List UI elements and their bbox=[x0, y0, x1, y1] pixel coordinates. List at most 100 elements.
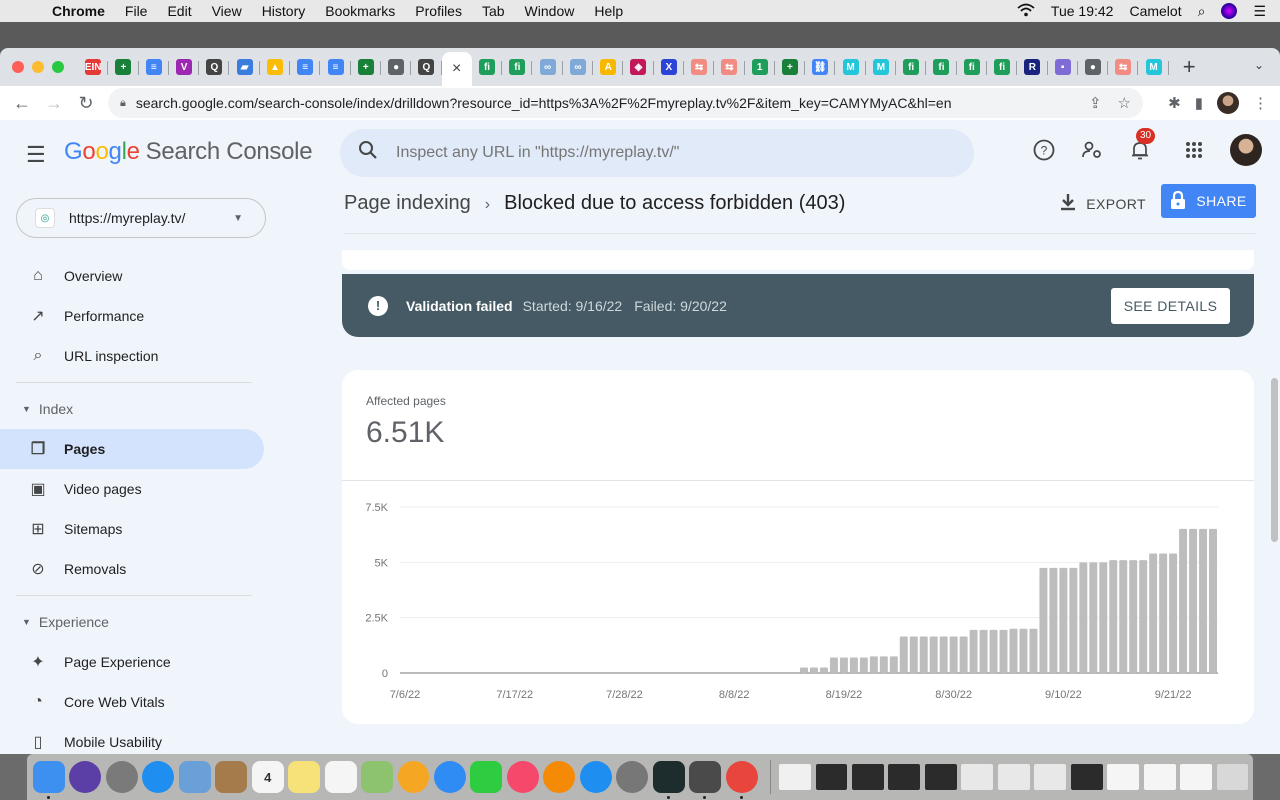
user-name[interactable]: Camelot bbox=[1129, 3, 1181, 19]
main-menu-icon[interactable]: ☰ bbox=[26, 142, 46, 168]
property-selector[interactable]: ◎ https://myreplay.tv/ ▼ bbox=[16, 198, 266, 238]
activity-monitor-icon[interactable] bbox=[652, 761, 685, 799]
notes-icon[interactable] bbox=[288, 761, 321, 793]
browser-tab[interactable]: M bbox=[835, 52, 866, 82]
window-thumb-icon[interactable] bbox=[888, 764, 921, 790]
messages-icon[interactable] bbox=[433, 761, 466, 793]
url-text[interactable]: search.google.com/search-console/index/d… bbox=[136, 95, 952, 111]
export-button[interactable]: EXPORT bbox=[1060, 193, 1146, 214]
siri-icon[interactable] bbox=[69, 761, 102, 793]
menu-history[interactable]: History bbox=[262, 3, 306, 19]
control-center-icon[interactable]: ☰ bbox=[1253, 3, 1266, 20]
browser-tab[interactable]: A bbox=[593, 52, 624, 82]
lock-icon[interactable]: 🔒︎ bbox=[120, 97, 126, 110]
browser-tab[interactable]: R bbox=[1017, 52, 1048, 82]
system-preferences-icon[interactable] bbox=[616, 761, 649, 793]
menu-app-name[interactable]: Chrome bbox=[52, 3, 105, 19]
zoom-window-button[interactable] bbox=[52, 61, 64, 73]
window-thumb-icon[interactable] bbox=[1034, 764, 1067, 790]
forward-button[interactable]: → bbox=[38, 93, 70, 114]
browser-tab[interactable]: + bbox=[775, 52, 806, 82]
browser-tab[interactable]: M bbox=[1138, 52, 1169, 82]
see-details-button[interactable]: SEE DETAILS bbox=[1111, 288, 1230, 324]
browser-tab[interactable]: ∞ bbox=[532, 52, 563, 82]
sidebar-item-mobile-usability[interactable]: ▯ Mobile Usability bbox=[0, 722, 264, 754]
window-thumb-icon[interactable] bbox=[851, 764, 884, 790]
close-icon[interactable]: × bbox=[449, 60, 465, 77]
search-console-logo[interactable]: Google Search Console bbox=[64, 138, 313, 166]
siri-icon[interactable] bbox=[1221, 3, 1238, 19]
browser-tab[interactable]: M bbox=[866, 52, 897, 82]
launchpad-icon[interactable] bbox=[105, 761, 138, 793]
browser-tab[interactable]: ▪ bbox=[1048, 52, 1078, 82]
app-store-icon[interactable] bbox=[579, 761, 612, 793]
document-icon[interactable] bbox=[779, 764, 812, 790]
notifications-bell-icon[interactable]: 30 bbox=[1128, 128, 1156, 162]
extensions-icon[interactable]: ✱ bbox=[1168, 94, 1181, 112]
calendar-icon[interactable]: 4 bbox=[251, 761, 284, 793]
sidebar-item-performance[interactable]: ↗ Performance bbox=[0, 296, 264, 336]
photos-icon[interactable] bbox=[397, 761, 430, 793]
menu-edit[interactable]: Edit bbox=[167, 3, 191, 19]
sidebar-item-removals[interactable]: ⊘ Removals bbox=[0, 549, 264, 589]
page-scrollbar[interactable] bbox=[1271, 378, 1278, 542]
browser-tab[interactable]: + bbox=[108, 52, 139, 82]
tab-active[interactable]: × bbox=[441, 52, 472, 86]
browser-tab[interactable]: ▰ bbox=[229, 52, 260, 82]
browser-tab[interactable]: ⇆ bbox=[714, 52, 745, 82]
browser-tab[interactable]: fi bbox=[896, 52, 927, 82]
close-window-button[interactable] bbox=[12, 61, 24, 73]
reminders-icon[interactable] bbox=[324, 761, 357, 793]
chrome-icon[interactable] bbox=[725, 761, 758, 799]
sidebar-item-overview[interactable]: ⌂ Overview bbox=[0, 256, 264, 296]
sidebar-section-index[interactable]: ▼ Index bbox=[0, 389, 280, 429]
browser-tab[interactable]: + bbox=[351, 52, 381, 82]
bookmark-star-icon[interactable]: ☆ bbox=[1118, 94, 1131, 112]
sidebar-section-experience[interactable]: ▼ Experience bbox=[0, 602, 280, 642]
menu-help[interactable]: Help bbox=[594, 3, 623, 19]
music-icon[interactable] bbox=[506, 761, 539, 793]
sidebar-item-url-inspection[interactable]: ⌕ URL inspection bbox=[0, 336, 264, 376]
trash-icon[interactable] bbox=[1216, 764, 1249, 790]
help-icon[interactable]: ? bbox=[1032, 138, 1056, 162]
browser-tab[interactable]: 1 bbox=[745, 52, 775, 82]
sidebar-item-sitemaps[interactable]: ⊞ Sitemaps bbox=[0, 509, 264, 549]
sidebar-item-video-pages[interactable]: ▣ Video pages bbox=[0, 469, 264, 509]
window-thumb-icon[interactable] bbox=[1107, 764, 1140, 790]
browser-tab[interactable]: fi bbox=[926, 52, 957, 82]
safari-icon[interactable] bbox=[142, 761, 175, 793]
browser-tab[interactable]: ● bbox=[381, 52, 412, 82]
clock[interactable]: Tue 19:42 bbox=[1051, 3, 1114, 19]
browser-tab[interactable]: X bbox=[654, 52, 684, 82]
browser-tab[interactable]: ∞ bbox=[563, 52, 594, 82]
browser-tab[interactable]: Q bbox=[411, 52, 442, 82]
browser-tab[interactable]: ▲ bbox=[260, 52, 291, 82]
browser-tab[interactable]: ≡ bbox=[290, 52, 321, 82]
browser-tab[interactable]: fi bbox=[957, 52, 987, 82]
manage-users-icon[interactable] bbox=[1080, 138, 1104, 162]
browser-tab[interactable]: fi bbox=[472, 52, 503, 82]
mail-icon[interactable] bbox=[178, 761, 211, 793]
chrome-menu-icon[interactable]: ⋮ bbox=[1253, 94, 1268, 112]
browser-tab[interactable]: fi bbox=[987, 52, 1018, 82]
contacts-icon[interactable] bbox=[215, 761, 248, 793]
menu-profiles[interactable]: Profiles bbox=[415, 3, 462, 19]
sidebar-item-pages[interactable]: ❐ Pages bbox=[0, 429, 264, 469]
facetime-icon[interactable] bbox=[470, 761, 503, 793]
browser-tab[interactable]: ◈ bbox=[623, 52, 654, 82]
address-bar[interactable]: 🔒︎ search.google.com/search-console/inde… bbox=[108, 88, 1143, 118]
breadcrumb-parent-link[interactable]: Page indexing bbox=[344, 192, 471, 214]
apps-grid-icon[interactable] bbox=[1182, 138, 1206, 162]
back-button[interactable]: ← bbox=[6, 93, 38, 114]
browser-tab[interactable]: ⛓ bbox=[805, 52, 836, 82]
new-tab-button[interactable]: + bbox=[1183, 54, 1196, 80]
menu-tab[interactable]: Tab bbox=[482, 3, 505, 19]
books-icon[interactable] bbox=[543, 761, 576, 793]
url-inspection-search[interactable] bbox=[340, 129, 974, 177]
browser-tab[interactable]: Q bbox=[199, 52, 230, 82]
inspect-url-input[interactable] bbox=[396, 144, 896, 162]
window-thumb-icon[interactable] bbox=[924, 764, 957, 790]
tab-search-chevron-icon[interactable]: ⌄ bbox=[1254, 58, 1264, 72]
window-thumb-icon[interactable] bbox=[961, 764, 994, 790]
browser-tab[interactable]: ⇆ bbox=[1108, 52, 1139, 82]
